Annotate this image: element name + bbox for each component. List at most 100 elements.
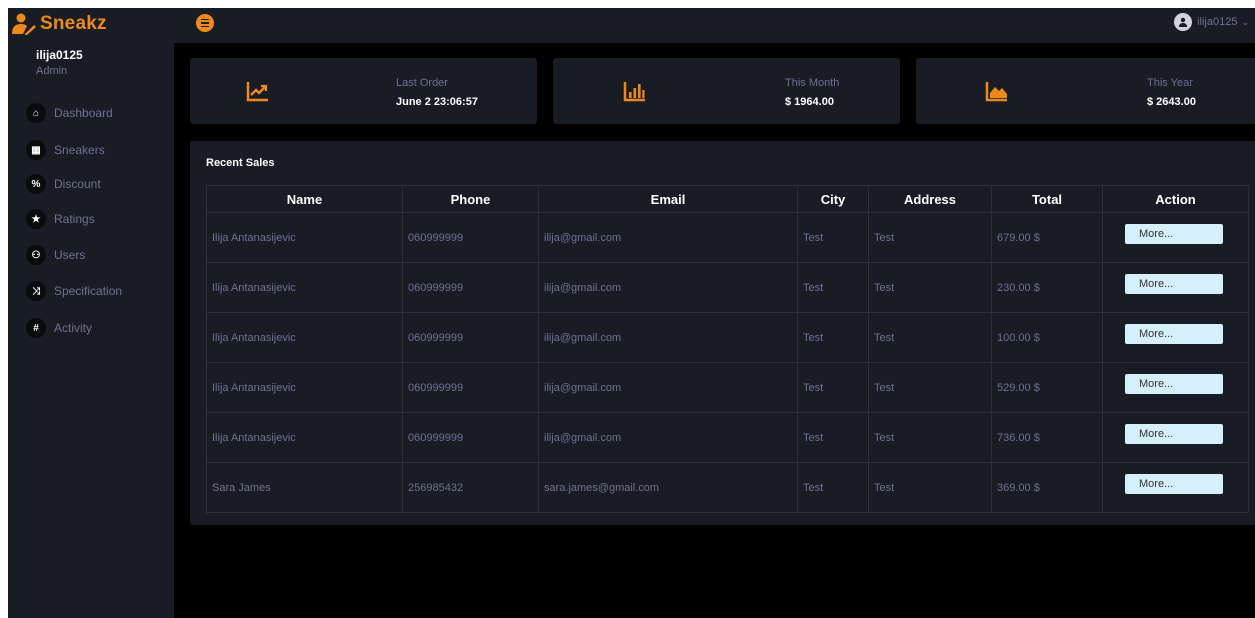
brand-name: Sneakz	[40, 13, 107, 34]
sidebar-item-label: Discount	[54, 177, 101, 191]
menu-toggle-button[interactable]	[196, 14, 214, 32]
stat-card-last-order: Last Order June 2 23:06:57	[190, 58, 537, 124]
cell-address: Test	[868, 212, 992, 263]
cell-total: 736.00 $	[991, 412, 1103, 463]
cell-action: More...	[1102, 312, 1249, 363]
cell-address: Test	[868, 312, 992, 363]
cell-name: Ilija Antanasijevic	[206, 362, 403, 413]
sidebar-item-dashboard[interactable]: ⌂ Dashboard	[26, 102, 113, 124]
sidebar-item-ratings[interactable]: ★ Ratings	[26, 208, 95, 230]
table-header-row: Name Phone Email City Address Total Acti…	[206, 185, 1249, 213]
cell-action: More...	[1102, 262, 1249, 313]
top-bar: ilija0125 ⌄	[174, 8, 1255, 43]
stat-card-this-month: This Month $ 1964.00	[553, 58, 900, 124]
sidebar-item-label: Ratings	[54, 212, 95, 226]
cell-action: More...	[1102, 212, 1249, 263]
app-window: Sneakz ilija0125 Admin ⌂ Dashboard ▦ Sne…	[8, 8, 1255, 618]
cell-phone: 256985432	[402, 462, 539, 513]
stat-label: This Month	[785, 77, 840, 89]
sidebar-user-role: Admin	[36, 65, 68, 77]
cell-action: More...	[1102, 412, 1249, 463]
table-row: Sara James 256985432 sara.james@gmail.co…	[206, 462, 1249, 513]
cell-name: Sara James	[206, 462, 403, 513]
panel-title: Recent Sales	[206, 157, 275, 169]
shuffle-icon: ⤨	[26, 281, 46, 301]
stat-label: Last Order	[396, 77, 448, 89]
cell-total: 679.00 $	[991, 212, 1103, 263]
account-menu[interactable]: ilija0125 ⌄	[1174, 13, 1249, 31]
cell-phone: 060999999	[402, 362, 539, 413]
more-button[interactable]: More...	[1125, 373, 1223, 394]
cell-email: ilija@gmail.com	[538, 362, 798, 413]
star-icon: ★	[26, 209, 46, 229]
column-header-phone[interactable]: Phone	[402, 185, 539, 213]
cell-total: 100.00 $	[991, 312, 1103, 363]
brand[interactable]: Sneakz	[8, 8, 174, 40]
more-button[interactable]: More...	[1125, 423, 1223, 444]
cell-name: Ilija Antanasijevic	[206, 312, 403, 363]
users-icon: ⚇	[26, 245, 46, 265]
sidebar-item-discount[interactable]: % Discount	[26, 173, 101, 195]
percent-icon: %	[26, 174, 46, 194]
user-avatar-icon	[1174, 13, 1193, 31]
cell-address: Test	[868, 412, 992, 463]
table-row: Ilija Antanasijevic 060999999 ilija@gmai…	[206, 262, 1249, 313]
stat-card-this-year: This Year $ 2643.00	[916, 58, 1255, 124]
account-name: ilija0125	[1197, 16, 1238, 28]
cell-name: Ilija Antanasijevic	[206, 262, 403, 313]
cell-email: ilija@gmail.com	[538, 212, 798, 263]
stat-value: $ 2643.00	[1147, 96, 1196, 108]
cell-city: Test	[797, 312, 869, 363]
sidebar-item-specification[interactable]: ⤨ Specification	[26, 280, 122, 302]
column-header-action[interactable]: Action	[1102, 185, 1249, 213]
cell-phone: 060999999	[402, 212, 539, 263]
cell-email: sara.james@gmail.com	[538, 462, 798, 513]
recent-sales-panel: Recent Sales Name Phone Email City Addre…	[190, 141, 1255, 525]
sidebar-item-label: Users	[54, 248, 86, 262]
stat-value: June 2 23:06:57	[396, 96, 478, 108]
cell-phone: 060999999	[402, 412, 539, 463]
column-header-email[interactable]: Email	[538, 185, 798, 213]
sidebar-item-label: Dashboard	[54, 106, 113, 120]
column-header-total[interactable]: Total	[991, 185, 1103, 213]
cell-address: Test	[868, 362, 992, 413]
cell-name: Ilija Antanasijevic	[206, 212, 403, 263]
cell-city: Test	[797, 412, 869, 463]
more-button[interactable]: More...	[1125, 473, 1223, 494]
table-row: Ilija Antanasijevic 060999999 ilija@gmai…	[206, 412, 1249, 463]
more-button[interactable]: More...	[1125, 323, 1223, 344]
cell-address: Test	[868, 262, 992, 313]
sidebar-item-label: Activity	[54, 321, 93, 335]
cell-total: 369.00 $	[991, 462, 1103, 513]
stat-label: This Year	[1147, 77, 1193, 89]
more-button[interactable]: More...	[1125, 273, 1223, 294]
table-row: Ilija Antanasijevic 060999999 ilija@gmai…	[206, 212, 1249, 263]
sidebar-item-activity[interactable]: # Activity	[26, 317, 92, 339]
column-header-name[interactable]: Name	[206, 185, 403, 213]
sidebar-item-sneakers[interactable]: ▦ Sneakers	[26, 139, 105, 161]
sidebar-user-name: ilija0125	[36, 48, 83, 62]
sidebar-item-label: Sneakers	[54, 143, 105, 157]
cell-city: Test	[797, 262, 869, 313]
sales-table: Name Phone Email City Address Total Acti…	[206, 185, 1249, 513]
cell-email: ilija@gmail.com	[538, 412, 798, 463]
sidebar: Sneakz ilija0125 Admin ⌂ Dashboard ▦ Sne…	[8, 8, 174, 618]
column-header-address[interactable]: Address	[868, 185, 992, 213]
cell-action: More...	[1102, 462, 1249, 513]
cell-name: Ilija Antanasijevic	[206, 412, 403, 463]
cell-phone: 060999999	[402, 312, 539, 363]
cell-total: 230.00 $	[991, 262, 1103, 313]
trend-chart-icon	[246, 82, 268, 102]
table-row: Ilija Antanasijevic 060999999 ilija@gmai…	[206, 312, 1249, 363]
stat-value: $ 1964.00	[785, 96, 834, 108]
cell-city: Test	[797, 462, 869, 513]
cell-action: More...	[1102, 362, 1249, 413]
cell-city: Test	[797, 362, 869, 413]
cell-city: Test	[797, 212, 869, 263]
chevron-down-icon: ⌄	[1241, 16, 1249, 27]
sidebar-item-users[interactable]: ⚇ Users	[26, 244, 85, 266]
sidebar-item-label: Specification	[54, 284, 123, 298]
column-header-city[interactable]: City	[797, 185, 869, 213]
more-button[interactable]: More...	[1125, 223, 1223, 244]
area-chart-icon	[985, 82, 1007, 102]
